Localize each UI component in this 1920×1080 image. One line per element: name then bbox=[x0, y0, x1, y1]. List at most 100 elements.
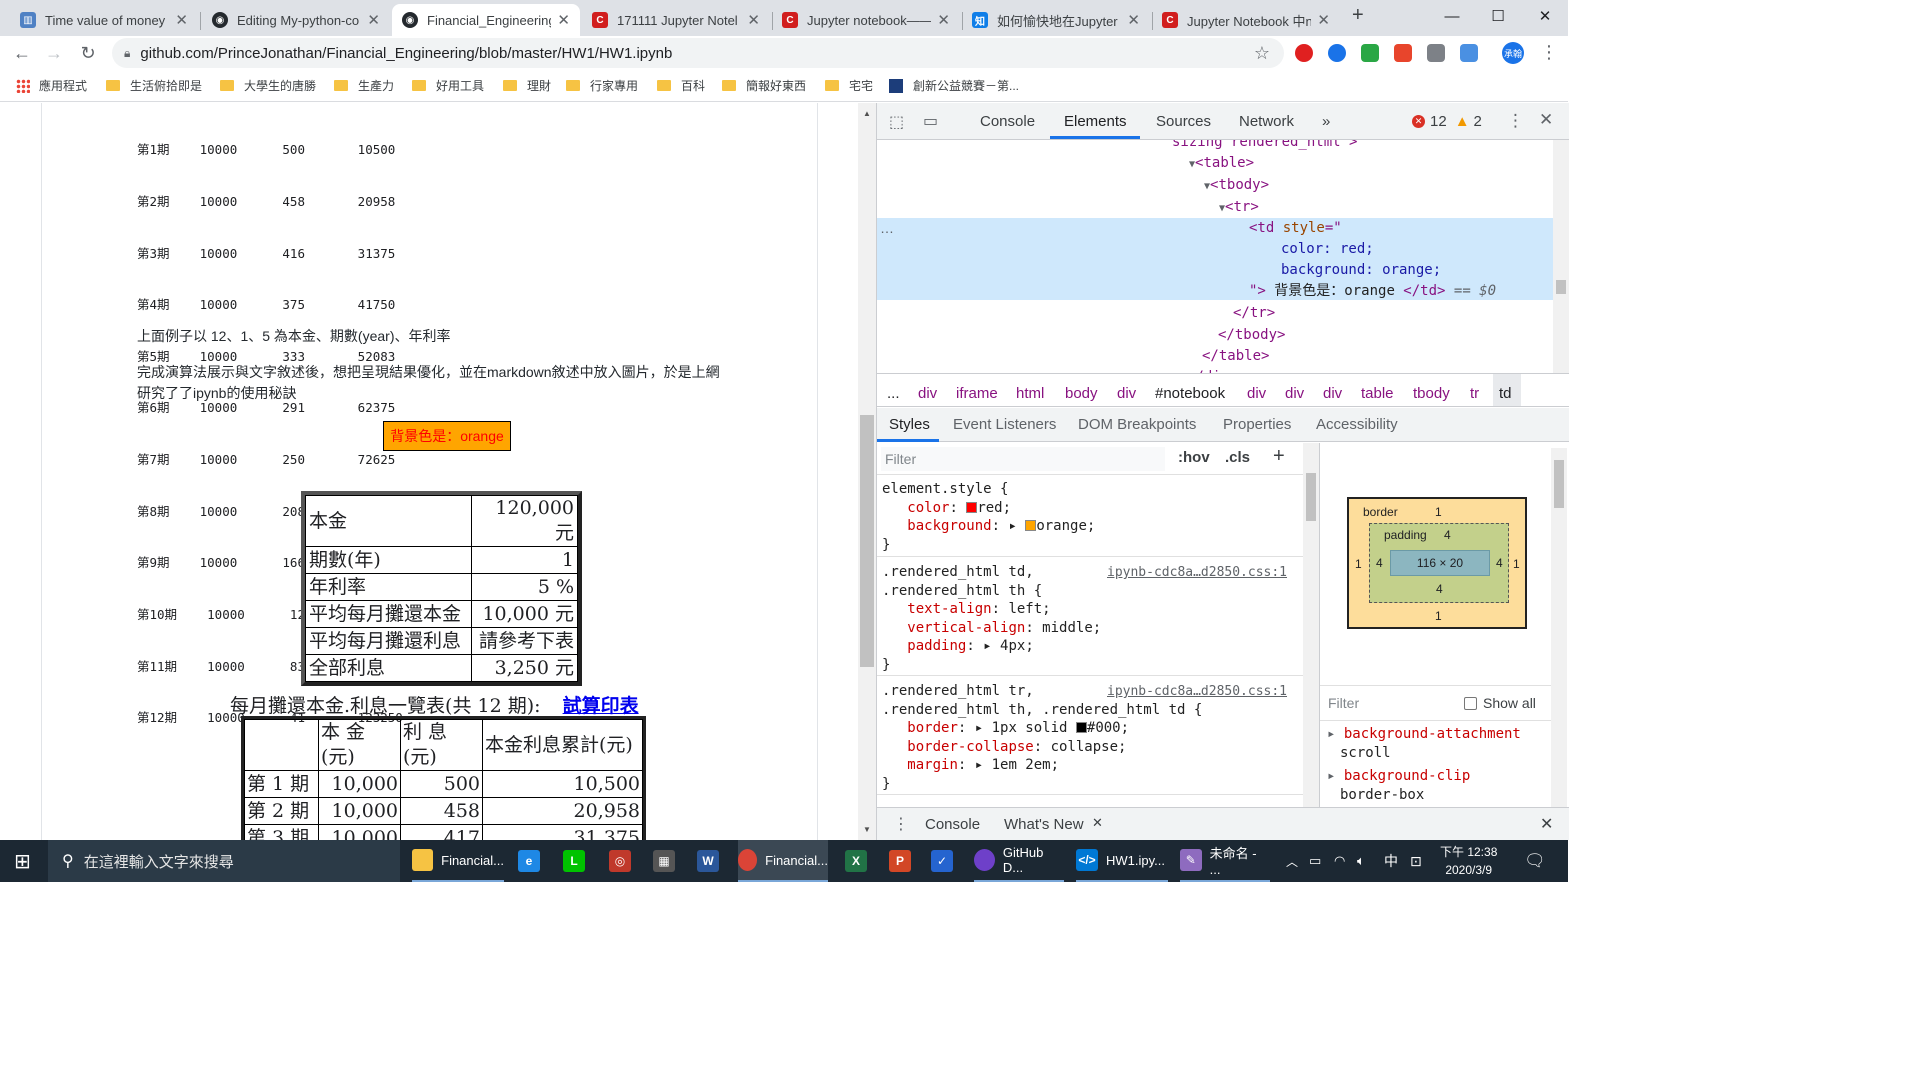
tab-5[interactable]: 知 如何愉快地在Jupyter n ✕ bbox=[962, 4, 1150, 36]
tab-sources[interactable]: Sources bbox=[1156, 113, 1211, 130]
close-drawer-icon[interactable]: ✕ bbox=[1540, 814, 1553, 834]
bookmark-folder[interactable]: 生活俯拾即是 bbox=[106, 77, 202, 94]
close-window-button[interactable]: ✕ bbox=[1522, 0, 1568, 32]
breadcrumb-more[interactable]: ... bbox=[887, 385, 900, 402]
extension-gray-icon[interactable] bbox=[1427, 44, 1445, 62]
tab-console[interactable]: Console bbox=[980, 113, 1035, 130]
computed-filter-input[interactable]: Filter bbox=[1328, 695, 1359, 711]
extension-puzzle-icon[interactable] bbox=[1460, 44, 1478, 62]
minimize-button[interactable]: — bbox=[1429, 0, 1475, 32]
dom-node-tr[interactable]: ▼<tr> bbox=[1219, 197, 1259, 219]
more-tabs-button[interactable]: » bbox=[1322, 113, 1330, 130]
breadcrumb-item[interactable]: iframe bbox=[956, 385, 998, 402]
close-tab-icon[interactable]: ✕ bbox=[367, 11, 380, 29]
taskbar-powerpoint-icon[interactable]: P bbox=[889, 840, 919, 882]
dom-node[interactable]: sizing rendered_html"> bbox=[1172, 140, 1357, 153]
tab-event-listeners[interactable]: Event Listeners bbox=[953, 416, 1056, 433]
tab-1[interactable]: ◉ Editing My-python-co ✕ bbox=[202, 4, 390, 36]
issues-counter[interactable]: ✕ 12 ▲ 2 bbox=[1412, 113, 1482, 130]
tray-chevron-icon[interactable]: ︿ bbox=[1286, 840, 1298, 882]
tab-network[interactable]: Network bbox=[1239, 113, 1294, 130]
taskbar-excel-icon[interactable]: X bbox=[845, 840, 875, 882]
taskbar-clock[interactable]: 下午 12:38 2020/3/9 bbox=[1440, 840, 1497, 882]
taskbar-store-icon[interactable]: ▦ bbox=[653, 840, 683, 882]
breadcrumb-item[interactable]: div bbox=[918, 385, 937, 402]
taskbar-app-chrome[interactable]: Financial... bbox=[738, 840, 828, 882]
extension-s-icon[interactable] bbox=[1394, 44, 1412, 62]
breadcrumb-item-current[interactable]: td bbox=[1499, 385, 1512, 402]
windows-start-icon[interactable]: ⊞ bbox=[14, 840, 31, 882]
address-bar[interactable]: 🔒︎ github.com/PrinceJonathan/Financial_E… bbox=[112, 38, 1284, 68]
bookmark-folder[interactable]: 理財 bbox=[503, 77, 551, 94]
bookmark-folder[interactable]: 生產力 bbox=[334, 77, 394, 94]
breadcrumb-item[interactable]: table bbox=[1361, 385, 1394, 402]
bookmark-folder[interactable]: 好用工具 bbox=[412, 77, 484, 94]
taskbar-app-explorer[interactable]: Financial... bbox=[412, 840, 504, 882]
taskbar-app-github-desktop[interactable]: GitHub D... bbox=[974, 840, 1064, 882]
dom-node-tbody[interactable]: ▼<tbody> bbox=[1204, 175, 1269, 197]
show-all-checkbox[interactable]: Show all bbox=[1464, 695, 1536, 711]
styles-scrollbar[interactable] bbox=[1303, 443, 1319, 807]
evernote-icon[interactable] bbox=[1361, 44, 1379, 62]
breadcrumb-item[interactable]: div bbox=[1117, 385, 1136, 402]
close-tab-icon[interactable]: ✕ bbox=[557, 11, 570, 29]
page-scrollbar[interactable]: ▲ ▼ bbox=[858, 103, 876, 840]
taskbar-app-paint[interactable]: ✎ 未命名 - ... bbox=[1180, 840, 1270, 882]
devtools-menu-icon[interactable]: ⋮ bbox=[1507, 111, 1524, 131]
tab-0[interactable]: ▥ Time value of money ✕ bbox=[10, 4, 198, 36]
drawer-tab-console[interactable]: Console bbox=[925, 816, 980, 833]
forward-arrow-icon[interactable]: → bbox=[41, 40, 67, 66]
inspect-element-icon[interactable]: ⬚ bbox=[889, 112, 904, 132]
battery-icon[interactable]: ▭ bbox=[1309, 840, 1321, 882]
dom-node-table[interactable]: ▼<table> bbox=[1189, 153, 1254, 175]
taskbar-ie-icon[interactable]: e bbox=[518, 840, 548, 882]
breadcrumb-item[interactable]: #notebook bbox=[1155, 385, 1225, 402]
css-source-link[interactable]: ipynb-cdc8a…d2850.css:1 bbox=[1107, 565, 1287, 580]
tab-accessibility[interactable]: Accessibility bbox=[1316, 416, 1398, 433]
styles-filter-input[interactable]: Filter bbox=[881, 447, 1165, 471]
reload-icon[interactable]: ↻ bbox=[75, 40, 101, 66]
taskbar-line-icon[interactable]: L bbox=[563, 840, 593, 882]
bookmark-folder[interactable]: 簡報好東西 bbox=[722, 77, 806, 94]
profile-avatar[interactable]: 承翰 bbox=[1502, 42, 1524, 64]
notification-icon[interactable]: 🗨︎ bbox=[1524, 840, 1546, 882]
bookmark-link[interactable]: 創新公益競賽－第... bbox=[889, 77, 1019, 94]
computed-scrollbar[interactable] bbox=[1551, 448, 1567, 808]
extension-red-icon[interactable] bbox=[1295, 44, 1313, 62]
menu-kebab-icon[interactable]: ⋮ bbox=[1540, 42, 1558, 63]
tab-styles[interactable]: Styles bbox=[889, 416, 930, 433]
tab-4[interactable]: C Jupyter notebook—— ✕ bbox=[772, 4, 960, 36]
payment-print-link[interactable]: 試算印表 bbox=[563, 695, 639, 717]
bookmark-folder[interactable]: 宅宅 bbox=[825, 77, 873, 94]
bookmark-star-icon[interactable]: ☆ bbox=[1254, 43, 1270, 64]
tab-2-active[interactable]: ◉ Financial_Engineering ✕ bbox=[392, 4, 580, 36]
wifi-icon[interactable]: ◠ bbox=[1334, 840, 1345, 882]
taskbar-app-red-icon[interactable]: ◎ bbox=[609, 840, 639, 882]
device-toolbar-icon[interactable]: ▭ bbox=[923, 111, 938, 131]
breadcrumb-item[interactable]: body bbox=[1065, 385, 1098, 402]
volume-icon[interactable]: 🔈︎ bbox=[1357, 840, 1365, 882]
tab-properties[interactable]: Properties bbox=[1223, 416, 1291, 433]
ime-mode-icon[interactable]: ⊡ bbox=[1410, 840, 1422, 882]
drawer-menu-icon[interactable]: ⋮ bbox=[893, 814, 909, 834]
taskbar-todo-icon[interactable]: ✓ bbox=[931, 840, 961, 882]
close-tab-icon[interactable]: ✕ bbox=[1317, 11, 1330, 29]
breadcrumb-item[interactable]: div bbox=[1285, 385, 1304, 402]
taskbar-search-box[interactable]: ⚲ 在這裡輸入文字來搜尋 bbox=[48, 840, 400, 882]
taskbar-word-icon[interactable]: W bbox=[697, 840, 727, 882]
close-drawer-tab-icon[interactable]: ✕ bbox=[1092, 815, 1103, 831]
breadcrumb-item[interactable]: tbody bbox=[1413, 385, 1450, 402]
dom-node-td[interactable]: <td style=" bbox=[1249, 218, 1342, 239]
bookmark-folder[interactable]: 大學生的唐勝 bbox=[220, 77, 316, 94]
bookmark-folder[interactable]: 行家專用 bbox=[566, 77, 638, 94]
bookmark-folder[interactable]: 百科 bbox=[657, 77, 705, 94]
close-devtools-icon[interactable]: ✕ bbox=[1539, 110, 1553, 130]
tab-6[interactable]: C Jupyter Notebook 中n ✕ bbox=[1152, 4, 1340, 36]
new-style-rule-icon[interactable]: + bbox=[1273, 445, 1285, 468]
scrollbar-thumb[interactable] bbox=[860, 415, 874, 667]
taskbar-app-vscode[interactable]: </> HW1.ipy... bbox=[1076, 840, 1168, 882]
dom-scrollbar[interactable] bbox=[1553, 140, 1569, 373]
tab-dom-breakpoints[interactable]: DOM Breakpoints bbox=[1078, 416, 1196, 433]
bookmark-apps[interactable]: 應用程式 bbox=[16, 77, 87, 94]
tab-elements[interactable]: Elements bbox=[1064, 113, 1127, 130]
